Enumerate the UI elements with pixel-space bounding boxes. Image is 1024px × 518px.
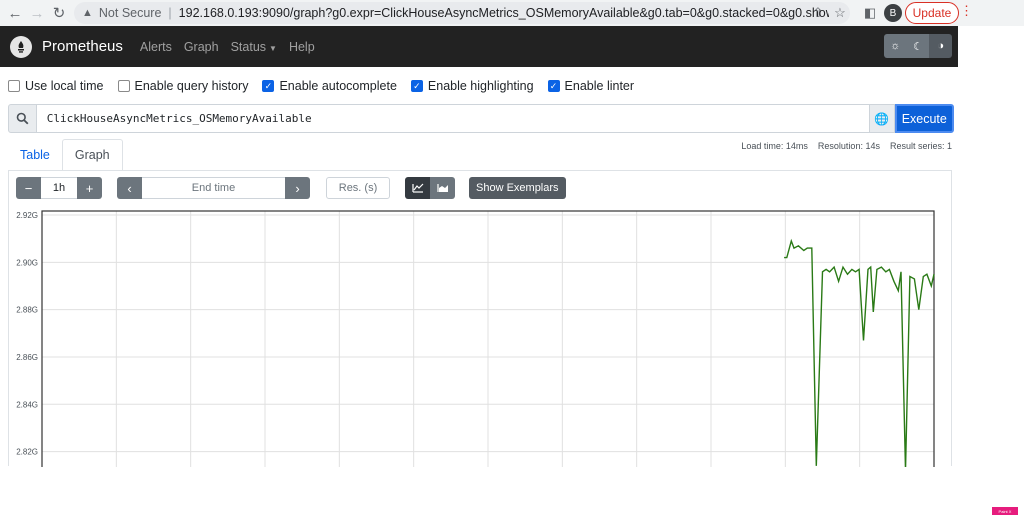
line-chart[interactable]: 2.92G 2.90G 2.88G 2.86G 2.84G 2.82G [8, 205, 952, 472]
address-bar[interactable]: ▲ Not Secure | 192.168.0.193:9090/graph?… [74, 2, 850, 24]
resolution-input[interactable]: Res. (s) [326, 177, 390, 199]
option-autocomplete[interactable]: ✓ Enable autocomplete [262, 79, 397, 93]
y-tick-label: 2.92G [16, 211, 38, 220]
show-exemplars-button[interactable]: Show Exemplars [469, 177, 566, 199]
y-tick-label: 2.82G [16, 448, 38, 457]
security-label: Not Secure [98, 6, 162, 20]
local-time-checkbox[interactable] [8, 80, 20, 92]
moon-icon[interactable]: ☾ [906, 34, 930, 58]
option-label: Enable query history [134, 79, 249, 93]
watermark-badge: Paint X [992, 507, 1018, 515]
graph-controls: − 1h + ‹ End time › Res. (s) Show Exempl… [16, 177, 566, 199]
option-highlighting[interactable]: ✓ Enable highlighting [410, 79, 534, 93]
option-label: Enable linter [564, 79, 635, 93]
query-stats: Load time: 14ms Resolution: 14s Result s… [741, 141, 952, 151]
nav-help[interactable]: Help [289, 40, 315, 54]
contrast-icon[interactable]: ◑ [929, 34, 952, 58]
result-series: Result series: 1 [889, 141, 952, 151]
option-label: Enable highlighting [427, 79, 534, 93]
expression-input[interactable]: ClickHouseAsyncMetrics_OSMemoryAvailable [36, 104, 869, 133]
end-time-input[interactable]: End time [142, 177, 285, 199]
increase-range-button[interactable]: + [77, 177, 102, 199]
sidebar-toggle-icon[interactable]: ◧ [860, 3, 880, 23]
decrease-range-button[interactable]: − [16, 177, 41, 199]
nav-status[interactable]: Status ▼ [231, 40, 277, 54]
nav-status-label: Status [230, 39, 267, 54]
share-icon[interactable]: ⇧ [808, 3, 828, 23]
search-icon [8, 104, 37, 133]
resolution: Resolution: 14s [817, 141, 880, 151]
line-chart-icon[interactable] [405, 177, 430, 199]
execute-button[interactable]: Execute [894, 104, 955, 133]
forward-arrow-icon[interactable]: → [26, 2, 48, 24]
option-local-time[interactable]: Use local time [8, 79, 104, 93]
option-label: Use local time [25, 79, 104, 93]
tab-table[interactable]: Table [8, 139, 62, 170]
load-time: Load time: 14ms [741, 141, 808, 151]
sun-icon[interactable]: ☼ [884, 34, 907, 58]
nav-alerts[interactable]: Alerts [140, 40, 172, 54]
option-query-history[interactable]: Enable query history [117, 79, 249, 93]
browser-menu-icon[interactable]: ⋮ [960, 3, 973, 19]
stacked-chart-icon[interactable] [430, 177, 455, 199]
brand-link[interactable]: Prometheus [42, 38, 123, 55]
metrics-explorer-globe-icon[interactable]: 🌐 [868, 104, 895, 133]
bookmark-star-icon[interactable]: ☆ [830, 3, 850, 23]
address-separator: | [168, 6, 172, 20]
autocomplete-checkbox[interactable]: ✓ [262, 80, 275, 92]
chevron-right-icon[interactable]: › [285, 177, 310, 199]
y-tick-label: 2.86G [16, 353, 38, 362]
screen: ← → ↻ ▲ Not Secure | 192.168.0.193:9090/… [0, 0, 1024, 518]
series-line [784, 238, 935, 471]
highlighting-checkbox[interactable]: ✓ [410, 80, 423, 92]
prometheus-navbar: Prometheus Alerts Graph Status ▼ Help ☼ ☾… [0, 26, 958, 67]
expression-row: ClickHouseAsyncMetrics_OSMemoryAvailable… [8, 104, 955, 133]
theme-toggle-group: ☼ ☾ ◑ [884, 34, 952, 58]
option-linter[interactable]: ✓ Enable linter [547, 79, 635, 93]
view-tabs: Table Graph [8, 139, 123, 170]
graph-area: 2.92G 2.90G 2.88G 2.86G 2.84G 2.82G [8, 205, 952, 472]
y-tick-label: 2.84G [16, 400, 38, 409]
query-history-checkbox[interactable] [117, 80, 130, 92]
y-tick-label: 2.88G [16, 306, 38, 315]
browser-update-button[interactable]: Update [905, 2, 959, 24]
caret-down-icon: ▼ [269, 43, 277, 53]
profile-avatar[interactable]: B [884, 4, 902, 22]
linter-checkbox[interactable]: ✓ [547, 80, 560, 92]
prometheus-logo-icon[interactable] [10, 35, 32, 58]
warning-triangle-icon: ▲ [82, 7, 93, 19]
query-options: Use local time Enable query history ✓ Ena… [8, 78, 648, 94]
option-label: Enable autocomplete [279, 79, 397, 93]
chevron-left-icon[interactable]: ‹ [117, 177, 142, 199]
back-arrow-icon[interactable]: ← [4, 2, 26, 24]
range-input[interactable]: 1h [41, 177, 77, 199]
tab-graph[interactable]: Graph [61, 139, 123, 170]
y-tick-label: 2.90G [16, 258, 38, 267]
reload-icon[interactable]: ↻ [48, 2, 70, 24]
url-text: 192.168.0.193:9090/graph?g0.expr=ClickHo… [178, 6, 829, 20]
nav-graph[interactable]: Graph [184, 40, 219, 54]
